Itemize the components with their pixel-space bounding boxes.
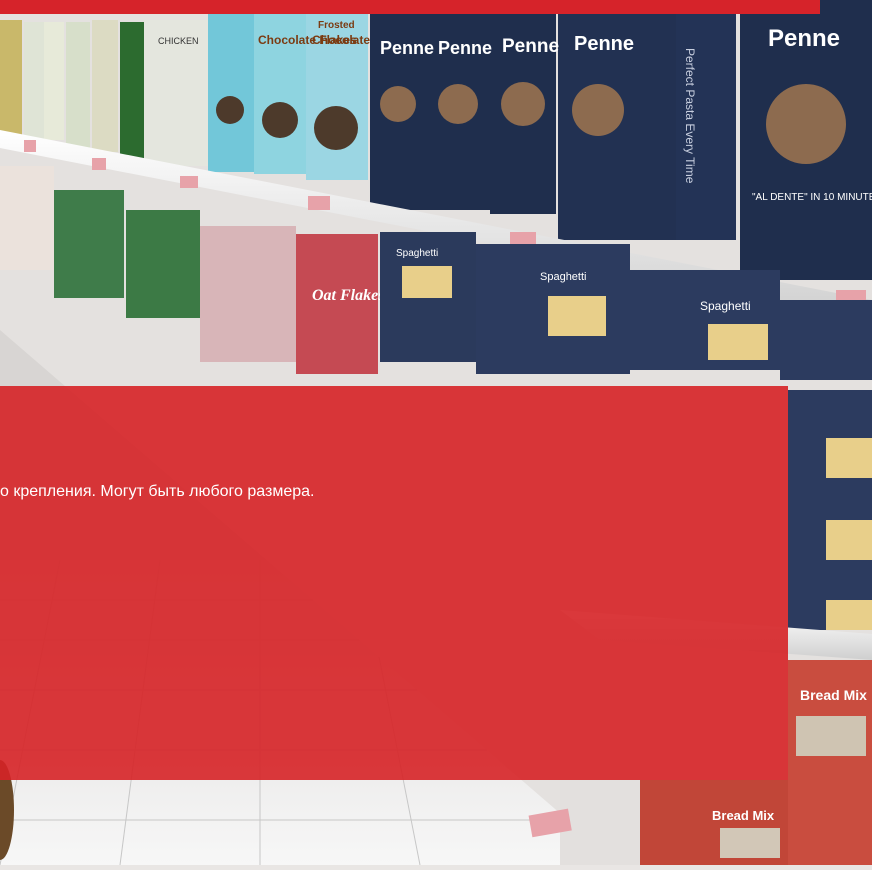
svg-text:Frosted: Frosted [318, 20, 355, 31]
svg-text:Perfect Pasta Every Time: Perfect Pasta Every Time [683, 48, 697, 184]
svg-text:Oat Flakes: Oat Flakes [312, 287, 384, 304]
svg-text:Penne: Penne [574, 33, 634, 55]
svg-text:Bread Mix: Bread Mix [712, 808, 775, 823]
svg-text:Penne: Penne [438, 38, 492, 58]
svg-text:Penne: Penne [502, 36, 559, 57]
svg-text:Penne: Penne [768, 25, 840, 52]
svg-text:Penne: Penne [380, 38, 434, 58]
svg-text:"AL DENTE" IN 10 MINUTES: "AL DENTE" IN 10 MINUTES [752, 192, 872, 203]
banner-overlay [0, 386, 788, 780]
svg-text:CHICKEN: CHICKEN [158, 36, 199, 46]
store-shelf-photo: CHICKEN Chocolate Flakes Chocolate Flake… [0, 0, 872, 866]
svg-text:Spaghetti: Spaghetti [396, 248, 438, 259]
svg-text:Spaghetti: Spaghetti [540, 271, 586, 283]
svg-text:Bread Mix: Bread Mix [800, 687, 867, 703]
top-accent-bar [0, 0, 820, 14]
banner-description: о крепления. Могут быть любого размера. [0, 483, 315, 500]
svg-text:Spaghetti: Spaghetti [700, 299, 751, 313]
